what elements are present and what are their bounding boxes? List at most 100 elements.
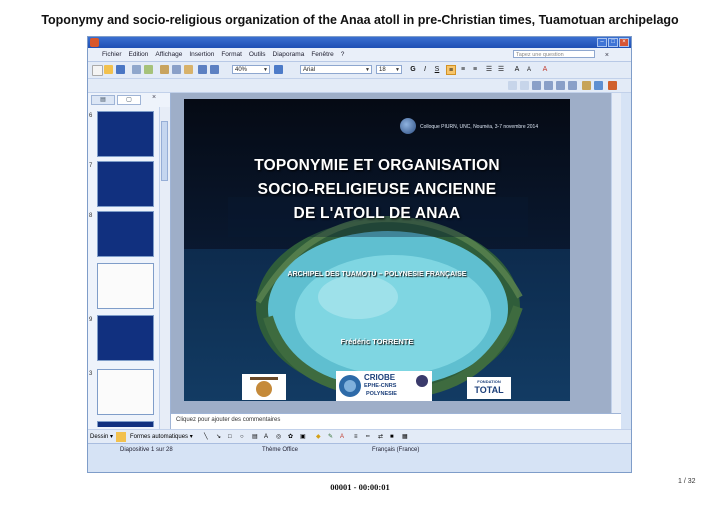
slide-thumbnail[interactable] [97, 263, 154, 309]
select-arrow-icon[interactable] [116, 432, 126, 442]
new-icon[interactable] [92, 65, 103, 76]
bold-button[interactable]: G [408, 65, 418, 75]
menu-format[interactable]: Format [221, 48, 242, 61]
arrow-icon[interactable]: ↘ [216, 430, 221, 444]
menu-affichage[interactable]: Affichage [155, 48, 182, 61]
slide-thumbnails: 6 7 8 9 3 [88, 109, 158, 427]
criobe-name: CRIOBE [364, 373, 396, 382]
design-icon[interactable] [508, 81, 517, 90]
bullets-icon[interactable]: ☰ [496, 65, 506, 75]
slide-thumbnail[interactable] [97, 369, 154, 415]
thumb-number: 8 [89, 213, 93, 219]
scroll-thumb[interactable] [161, 121, 168, 181]
dash-style-icon[interactable]: ┅ [366, 430, 370, 444]
drawing-toolbar: Dessin ▾ Formes automatiques ▾ ╲ ↘ □ ○ ▤… [88, 429, 631, 444]
menu-edition[interactable]: Edition [129, 48, 149, 61]
thumbnails-scrollbar[interactable] [159, 107, 170, 429]
slide-thumbnail[interactable] [97, 211, 154, 257]
slide-title-line-1: TOPONYMIE ET ORGANISATION [254, 157, 500, 174]
slide-scrollbar[interactable] [611, 93, 621, 413]
draw-font-color-icon[interactable]: A [340, 430, 344, 444]
help-icon[interactable] [274, 65, 283, 74]
spelling-icon[interactable] [144, 65, 153, 74]
draw-menu[interactable]: Dessin ▾ [90, 430, 113, 444]
line-icon[interactable]: ╲ [204, 430, 208, 444]
conference-label: Colloque PIURN, UNC, Nouméa, 3-7 novembr… [420, 124, 539, 130]
shadow-icon[interactable]: ■ [390, 430, 394, 444]
close-icon[interactable]: × [619, 38, 629, 47]
insert-picture-icon[interactable]: ▣ [300, 430, 306, 444]
slideshow-icon[interactable] [582, 81, 591, 90]
menu-diaporama[interactable]: Diaporama [273, 48, 305, 61]
pane-close-icon[interactable]: × [152, 94, 156, 101]
total-foundation-label: FONDATION [477, 379, 501, 384]
clipart-icon[interactable]: ✿ [288, 430, 293, 444]
undo-icon[interactable] [198, 65, 207, 74]
cut-icon[interactable] [160, 65, 169, 74]
wordart-icon[interactable]: A [264, 430, 268, 444]
paste-icon[interactable] [184, 65, 193, 74]
options-icon[interactable] [608, 81, 617, 90]
save-icon[interactable] [116, 65, 125, 74]
menu-insertion[interactable]: Insertion [189, 48, 214, 61]
font-size-select[interactable]: 18 ▼ [376, 65, 402, 74]
outline-tab[interactable]: ▤ [91, 95, 115, 105]
picture-icon[interactable] [568, 81, 577, 90]
maximize-icon[interactable]: □ [608, 38, 618, 47]
copy-icon[interactable] [172, 65, 181, 74]
oval-icon[interactable]: ○ [240, 430, 244, 444]
minimize-icon[interactable]: – [597, 38, 607, 47]
slide-thumbnail[interactable] [97, 315, 154, 361]
italic-button[interactable]: I [420, 65, 430, 75]
slide-thumbnail[interactable] [97, 421, 154, 427]
open-icon[interactable] [104, 65, 113, 74]
arrow-style-icon[interactable]: ⇄ [378, 430, 383, 444]
rectangle-icon[interactable]: □ [228, 430, 232, 444]
close-document-icon[interactable]: × [605, 49, 609, 62]
increase-font-icon[interactable]: A [512, 65, 522, 75]
autoshapes-menu[interactable]: Formes automatiques ▾ [130, 430, 193, 444]
standard-toolbar: 40% ▼ Arial ▼ 18 ▼ G I S ≡ ≡ ≡ ☰ ☰ A A A [88, 62, 631, 79]
slide-author: Frédéric TORRENTE [340, 337, 414, 346]
new-slide-icon[interactable] [520, 81, 529, 90]
menu-outils[interactable]: Outils [249, 48, 266, 61]
print-icon[interactable] [132, 65, 141, 74]
table-icon[interactable] [556, 81, 565, 90]
thumb-number: 3 [89, 371, 93, 377]
slide-counter: Diapositive 1 sur 28 [120, 447, 173, 453]
align-center-icon[interactable]: ≡ [458, 65, 468, 75]
textbox-icon[interactable]: ▤ [252, 430, 258, 444]
decrease-font-icon[interactable]: A [524, 65, 534, 75]
font-color-icon[interactable]: A [540, 65, 550, 75]
align-left-icon[interactable]: ≡ [446, 65, 456, 75]
align-right-icon[interactable]: ≡ [470, 65, 480, 75]
font-name-select[interactable]: Arial ▼ [300, 65, 372, 74]
menu-fenetre[interactable]: Fenêtre [311, 48, 333, 61]
zoom-select[interactable]: 40% ▼ [232, 65, 270, 74]
font-size-value: 18 [379, 67, 386, 73]
page-title: Toponymy and socio-religious organizatio… [41, 13, 679, 27]
status-bar: Diapositive 1 sur 28 Thème Office França… [88, 443, 631, 456]
notes-pane[interactable]: Cliquez pour ajouter des commentaires [171, 413, 621, 429]
numbering-icon[interactable]: ☰ [484, 65, 494, 75]
line-style-icon[interactable]: ≡ [354, 430, 358, 444]
font-name-value: Arial [303, 67, 316, 73]
redo-icon[interactable] [210, 65, 219, 74]
3d-icon[interactable]: ▦ [402, 430, 408, 444]
current-slide[interactable]: Colloque PIURN, UNC, Nouméa, 3-7 novembr… [184, 99, 570, 401]
notes-icon[interactable] [594, 81, 603, 90]
menu-fichier[interactable]: Fichier [102, 48, 122, 61]
menu-bar: Fichier Edition Affichage Insertion Form… [88, 48, 631, 62]
slide-thumbnail[interactable] [97, 111, 154, 157]
line-color-icon[interactable]: ✎ [328, 430, 333, 444]
menu-help[interactable]: ? [341, 48, 345, 61]
powerpoint-icon [90, 38, 99, 47]
slides-tab[interactable]: ▢ [117, 95, 141, 105]
chart-icon[interactable] [544, 81, 553, 90]
diagram-icon[interactable]: ◎ [276, 430, 281, 444]
underline-button[interactable]: S [432, 65, 442, 75]
layout-icon[interactable] [532, 81, 541, 90]
slide-thumbnail[interactable] [97, 161, 154, 207]
fill-color-icon[interactable]: ◆ [316, 430, 321, 444]
ask-question-input[interactable]: Tapez une question [513, 50, 595, 58]
